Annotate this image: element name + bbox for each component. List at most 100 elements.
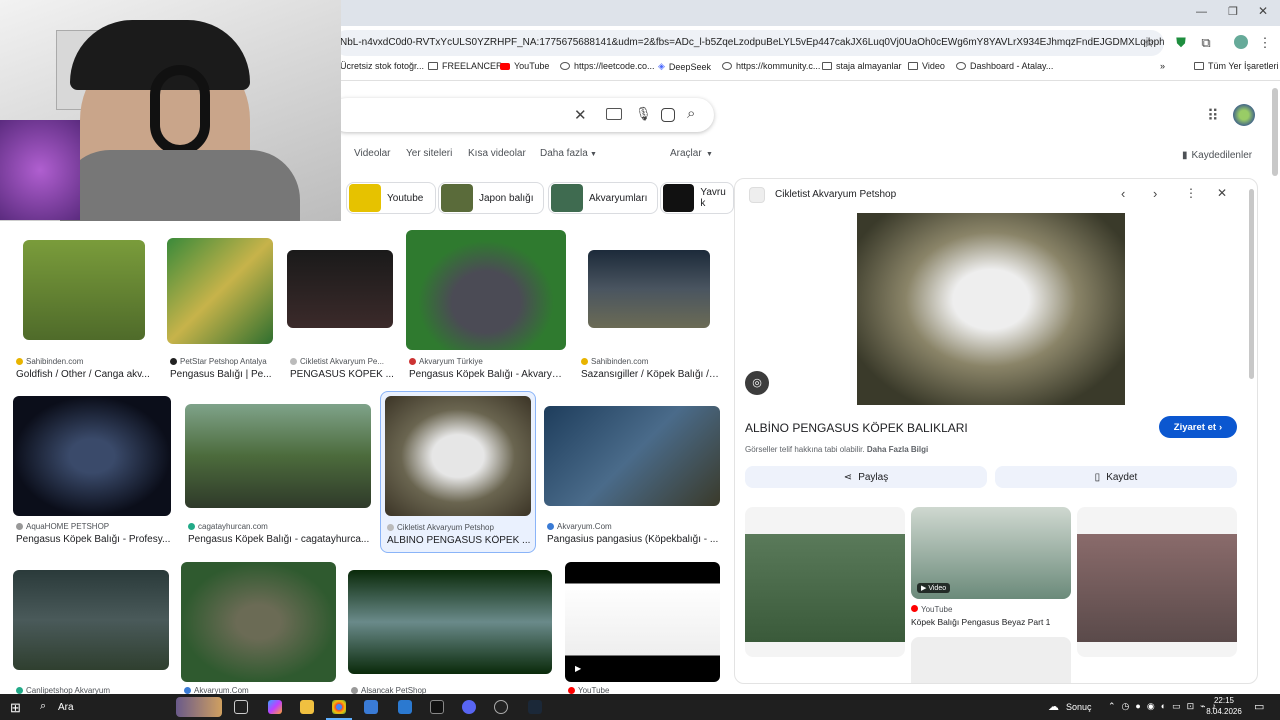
result-title[interactable]: ALBİNO PENGASUS KÖPEK ... (387, 535, 531, 546)
bookmark-item[interactable]: Dashboard - Atalay... (956, 61, 1053, 71)
more-bookmarks-icon[interactable]: » (1160, 61, 1165, 71)
bookmark-item[interactable]: Tüm Yer İşaretleri (1194, 61, 1279, 71)
result-image[interactable] (13, 570, 169, 670)
preview-image[interactable] (857, 213, 1125, 405)
panel-scrollbar[interactable] (1249, 189, 1254, 379)
result-image[interactable] (544, 406, 720, 506)
notification-icon[interactable]: ▭ (1254, 700, 1264, 713)
result-card[interactable]: AquaHOME PETSHOP Pengasus Köpek Balığı -… (13, 396, 173, 548)
result-card[interactable]: ▶ YouTube (565, 562, 720, 695)
result-image[interactable] (406, 230, 566, 350)
result-card[interactable]: PetStar Petshop Antalya Pengasus Balığı … (167, 230, 277, 380)
result-title[interactable]: Pengasus Köpek Balığı - Profesy... (16, 534, 172, 545)
related-image[interactable] (745, 507, 905, 657)
saved-button[interactable]: ▮ Kaydedilenler (1182, 150, 1252, 161)
more-info-link[interactable]: Daha Fazla Bilgi (867, 445, 928, 454)
result-image[interactable] (565, 562, 720, 682)
page-scrollbar[interactable] (1272, 88, 1278, 176)
obs-icon[interactable] (494, 700, 508, 714)
result-image[interactable] (588, 250, 710, 328)
avatar[interactable] (1233, 104, 1255, 126)
chrome-icon[interactable] (332, 700, 346, 714)
play-icon[interactable]: ▶ (575, 664, 581, 673)
result-card[interactable]: Alsancak PetShop (348, 562, 552, 695)
weather-label[interactable]: Sonuç (1066, 702, 1092, 712)
lens-icon[interactable] (661, 108, 675, 122)
address-bar[interactable]: NbL-n4vxdC0d0-RVTxYcULS0YZRHPF_NA:177567… (334, 30, 1164, 56)
result-card[interactable]: cagatayhurcan.com Pengasus Köpek Balığı … (185, 396, 371, 548)
share-button[interactable]: ⋖ Paylaş (745, 466, 987, 488)
result-card[interactable]: Akvaryum Türkiye Pengasus Köpek Balığı -… (406, 230, 566, 380)
close-window-icon[interactable]: ✕ (1258, 4, 1268, 18)
store-icon[interactable] (364, 700, 378, 714)
tab-more[interactable]: Daha fazla (540, 148, 588, 159)
bookmark-item[interactable]: https://leetcode.co... (560, 61, 655, 71)
close-icon[interactable]: ✕ (1217, 186, 1227, 200)
menu-dots-icon[interactable]: ⋮ (1256, 34, 1274, 52)
shield-icon[interactable]: ⛊ (1172, 34, 1190, 52)
bookmark-item[interactable]: Ücretsiz stok fotoğr... (340, 61, 424, 71)
bookmark-star-icon[interactable]: ☆ (1140, 34, 1158, 52)
search-input[interactable]: ✕ 🎙 ⌕ (330, 98, 714, 132)
search-icon[interactable]: ⌕ (687, 105, 695, 122)
profile-avatar[interactable] (1234, 35, 1248, 49)
panel-site-name[interactable]: Cikletist Akvaryum Petshop (775, 189, 896, 200)
steam-icon[interactable] (528, 700, 542, 714)
lens-icon[interactable]: ◎ (745, 371, 769, 395)
tab-places[interactable]: Yer siteleri (406, 148, 452, 159)
chip-youtube[interactable]: Youtube (346, 182, 436, 214)
result-image[interactable] (348, 570, 552, 674)
apps-grid-icon[interactable]: ⠿ (1207, 106, 1219, 126)
result-image[interactable] (185, 404, 371, 508)
result-card[interactable]: Sahibinden.com Goldfish / Other / Canga … (13, 230, 155, 380)
minimize-icon[interactable]: — (1196, 6, 1207, 18)
next-icon[interactable]: › (1153, 186, 1157, 201)
chip-aquariums[interactable]: Akvaryumları (548, 182, 658, 214)
related-image[interactable] (1077, 507, 1237, 657)
result-card[interactable]: Akvaryum.Com (181, 562, 336, 695)
save-button[interactable]: ▯ Kaydet (995, 466, 1237, 488)
result-image[interactable] (13, 396, 171, 516)
discord-icon[interactable] (462, 700, 476, 714)
result-image[interactable] (167, 238, 273, 344)
clock-date[interactable]: 8.04.2026 (1204, 707, 1244, 716)
related-title[interactable]: Köpek Balığı Pengasus Beyaz Part 1 (911, 617, 1050, 627)
result-title[interactable]: Sazansıgiller / Köpek Balığı / ... (581, 369, 719, 380)
taskbar-search-label[interactable]: Ara (58, 702, 74, 713)
result-title[interactable]: Pengasus Balığı | Pe... (170, 369, 274, 380)
task-view-icon[interactable] (234, 700, 248, 714)
result-card[interactable]: Sahibinden.com Sazansıgiller / Köpek Bal… (578, 230, 720, 380)
copilot-icon[interactable] (268, 700, 282, 714)
result-card[interactable]: Akvaryum.Com Pangasius pangasius (Köpekb… (544, 396, 720, 548)
bookmark-item[interactable]: FREELANCER (428, 61, 503, 71)
mail-icon[interactable] (398, 700, 412, 714)
bookmark-item[interactable]: ◈ DeepSeek (658, 61, 711, 72)
result-image[interactable] (181, 562, 336, 682)
bookmark-item[interactable]: staja almayanlar (822, 61, 902, 71)
result-image[interactable] (23, 240, 145, 340)
clear-icon[interactable]: ✕ (574, 106, 587, 124)
chip-goldfish[interactable]: Japon balığı (438, 182, 544, 214)
bookmark-item[interactable]: https://kommunity.c... (722, 61, 820, 71)
result-card[interactable]: Canlipetshop Akvaryum (13, 562, 169, 695)
bookmark-item[interactable]: Video (908, 61, 945, 71)
tab-videos[interactable]: Videolar (354, 148, 391, 159)
visit-button[interactable]: Ziyaret et › (1159, 416, 1237, 438)
related-image[interactable] (911, 637, 1071, 683)
windows-start-icon[interactable]: ⊞ (10, 700, 21, 716)
extensions-icon[interactable]: ⧉ (1197, 34, 1215, 52)
tools-button[interactable]: Araçlar (670, 148, 702, 159)
search-icon[interactable]: ⌕ (40, 700, 46, 713)
result-card[interactable]: Cikletist Akvaryum Pe... PENGASUS KÖPEK … (287, 230, 394, 380)
result-image[interactable] (385, 396, 531, 516)
restore-icon[interactable]: ❐ (1228, 5, 1238, 18)
more-options-icon[interactable]: ⋮ (1185, 186, 1197, 200)
result-title[interactable]: Pengasus Köpek Balığı - Akvaryu... (409, 369, 565, 380)
app-icon[interactable] (430, 700, 444, 714)
previous-icon[interactable]: ‹ (1121, 186, 1125, 201)
result-title[interactable]: Pangasius pangasius (Köpekbalığı - ... (547, 534, 719, 545)
result-card-selected[interactable]: Cikletist Akvaryum Petshop ALBİNO PENGAS… (380, 391, 536, 553)
keyboard-icon[interactable] (606, 108, 622, 120)
result-title[interactable]: Goldfish / Other / Canga akv... (16, 369, 152, 380)
file-explorer-icon[interactable] (300, 700, 314, 714)
